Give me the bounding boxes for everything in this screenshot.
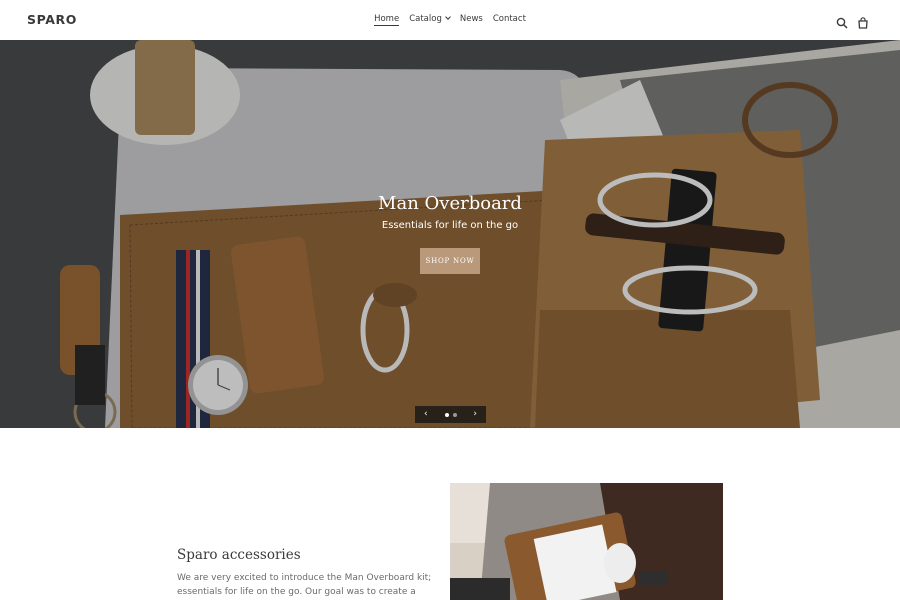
feature-image <box>450 483 723 600</box>
nav-item-catalog[interactable]: Catalog <box>409 14 451 24</box>
header-icons <box>836 14 869 29</box>
nav-item-news[interactable]: News <box>460 14 483 24</box>
hero-slideshow: Man Overboard Essentials for life on the… <box>0 40 900 428</box>
slider-dots <box>444 412 457 417</box>
hero-overlay <box>0 40 900 428</box>
nav-item-contact[interactable]: Contact <box>493 14 526 24</box>
chevron-left-icon[interactable]: ‹ <box>424 406 428 423</box>
chevron-down-icon <box>445 14 451 20</box>
search-icon[interactable] <box>836 14 848 29</box>
section-text: We are very excited to introduce the Man… <box>177 573 432 597</box>
chevron-right-icon[interactable]: › <box>473 406 477 423</box>
section-title: Sparo accessories <box>177 547 301 563</box>
hero-title: Man Overboard <box>378 193 522 214</box>
slider-controls: ‹ › <box>415 406 486 423</box>
main-nav: Home Catalog News Contact <box>0 14 900 26</box>
slide-dot-1[interactable] <box>444 412 449 417</box>
nav-item-home[interactable]: Home <box>374 14 400 26</box>
site-header: SPARO Home Catalog News Contact <box>0 0 900 40</box>
slide-dot-2[interactable] <box>452 412 457 417</box>
cart-icon[interactable] <box>857 14 869 29</box>
hero-subtitle: Essentials for life on the go <box>381 220 519 231</box>
nav-item-catalog-label: Catalog <box>409 14 442 24</box>
shop-now-button[interactable]: SHOP NOW <box>420 248 480 274</box>
